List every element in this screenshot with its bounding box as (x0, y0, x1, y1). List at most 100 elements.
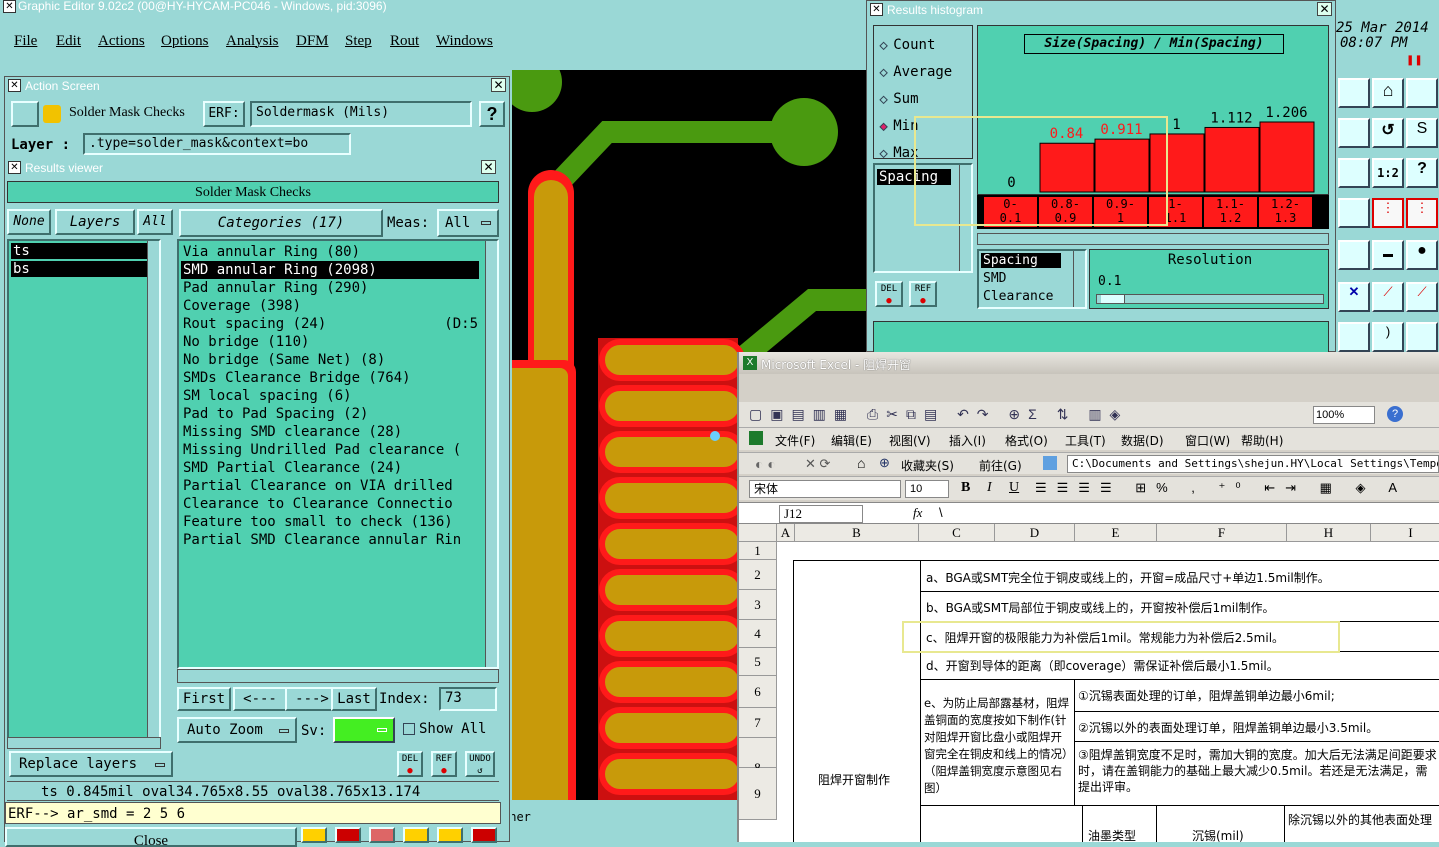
tool-icon-5[interactable] (437, 827, 463, 843)
del-button[interactable]: DEL ● (397, 751, 423, 777)
histogram-hscroll[interactable] (977, 233, 1329, 245)
menu-dfm[interactable]: DFM (296, 33, 329, 50)
home-icon[interactable]: ⌂ (857, 455, 865, 471)
category-item[interactable]: Clearance to Clearance Connectio (181, 495, 479, 513)
tool-g-icon[interactable] (1406, 322, 1438, 352)
index-field[interactable]: 73 (439, 687, 497, 711)
category-item[interactable]: Rout spacing (24) (D:56) (181, 315, 479, 333)
bottom-list-spacing[interactable]: Spacing (981, 253, 1061, 268)
category-item[interactable]: Via annular Ring (80) (181, 243, 479, 261)
align-icons[interactable]: ☰☰☰☰ ⊞% , ⁺⁰ ⇤⇥ ▦ ◈ A (1035, 480, 1407, 496)
menu-options[interactable]: Options (161, 33, 209, 50)
category-item[interactable]: Partial SMD Clearance annular Rin (181, 531, 479, 549)
tool-c-icon[interactable] (1338, 158, 1370, 188)
category-item[interactable]: No bridge (110) (181, 333, 479, 351)
hist-option-average[interactable]: ◆ Average (879, 59, 952, 86)
category-item[interactable]: Pad to Pad Spacing (2) (181, 405, 479, 423)
italic-button[interactable]: I (987, 480, 992, 496)
tool-e-icon[interactable] (1338, 240, 1370, 270)
bottom-list-scrollbar[interactable] (1073, 251, 1085, 307)
underline-button[interactable]: U (1009, 480, 1019, 496)
hist-ref-button[interactable]: REF ● (909, 281, 937, 307)
sv-color-dropdown[interactable] (333, 717, 395, 743)
scale-1-2-icon[interactable]: 1:2 (1372, 158, 1404, 188)
toolbar-icons[interactable]: ▢▣▤▥▦ ⎙✂⧉▤ ↶↷ ⊕Σ ⇅ ▥◈ (749, 406, 1128, 423)
name-box[interactable]: J12 (779, 505, 863, 523)
help-button[interactable]: ? (479, 101, 505, 127)
tool-icon-4[interactable] (403, 827, 429, 843)
address-field[interactable]: C:\Documents and Settings\shejun.HY\Loca… (1067, 455, 1439, 473)
tool-icon-1[interactable] (301, 827, 327, 843)
layers-list[interactable]: ts bs (7, 239, 161, 739)
hist-option-count[interactable]: ◆ Count (879, 32, 952, 59)
line-icon[interactable]: ⟋ (1372, 282, 1404, 312)
row-header[interactable]: 6 (739, 676, 777, 708)
categories-button[interactable]: Categories (17) (179, 209, 383, 237)
category-item[interactable]: Missing SMD clearance (28) (181, 423, 479, 441)
replace-layers-dropdown[interactable]: Replace layers (9, 751, 173, 777)
arc-icon[interactable]: ) (1372, 322, 1404, 352)
formula-field[interactable]: \ (939, 505, 943, 520)
menu-windows[interactable]: Windows (436, 33, 493, 50)
query-icon[interactable]: ? (1406, 158, 1438, 188)
histogram-bar[interactable] (1259, 121, 1315, 193)
bottom-list-clearance[interactable]: Clearance (983, 289, 1053, 304)
col-header-i[interactable]: I (1371, 524, 1439, 542)
erf-button[interactable]: ERF: (203, 101, 245, 127)
category-item[interactable]: No bridge (Same Net) (8) (181, 351, 479, 369)
snake-icon[interactable]: S (1406, 118, 1438, 148)
help-icon[interactable]: ? (1387, 406, 1403, 422)
category-item[interactable]: Feature too small to check (136) (181, 513, 479, 531)
layer-item-bs[interactable]: bs (11, 261, 151, 277)
font-size-dropdown[interactable]: 10 (905, 480, 949, 498)
menu-rout[interactable]: Rout (390, 33, 419, 50)
bottom-list-smd[interactable]: SMD (983, 271, 1006, 286)
layers-button[interactable]: Layers (55, 209, 135, 235)
none-button[interactable]: None (7, 209, 51, 235)
range-cell[interactable]: 1.1- 1.2 (1204, 197, 1257, 227)
slider-thumb[interactable] (1101, 295, 1125, 303)
pad-icon[interactable]: ● (1406, 240, 1438, 270)
tool-icon-2[interactable] (335, 827, 361, 843)
categories-list[interactable]: Via annular Ring (80) SMD annular Ring (2… (177, 239, 499, 669)
row-header[interactable]: 2 (739, 560, 777, 590)
range-cell[interactable]: 1.2- 1.3 (1259, 197, 1312, 227)
tool-b-icon[interactable] (1338, 118, 1370, 148)
nav-back-icon[interactable]: ◐ ◐ (755, 456, 776, 472)
category-item[interactable]: Missing Undrilled Pad clearance ( (181, 441, 479, 459)
menu-file[interactable]: File (14, 33, 37, 50)
category-item[interactable]: SMDs Clearance Bridge (764) (181, 369, 479, 387)
category-item[interactable]: Coverage (398) (181, 297, 479, 315)
excel-menu-item[interactable]: 文件(F) (775, 432, 815, 449)
category-item[interactable]: Partial Clearance on VIA drilled (181, 477, 479, 495)
line2-icon[interactable]: ⟋ (1406, 282, 1438, 312)
row-header[interactable]: 8 (739, 738, 777, 775)
histogram-bar[interactable] (1204, 126, 1260, 193)
close-button[interactable]: Close (5, 827, 297, 847)
excel-menu-item[interactable]: 格式(O) (1005, 432, 1048, 449)
tool-a-icon[interactable] (1338, 78, 1370, 108)
close-icon[interactable]: ✕ (491, 78, 506, 92)
cross-icon[interactable]: ✕ (1338, 282, 1370, 312)
row-header[interactable]: 1 (739, 542, 777, 560)
excel-menu-item[interactable]: 窗口(W) (1185, 432, 1230, 449)
corner-cell[interactable] (739, 524, 777, 542)
close-icon[interactable]: ✕ (1317, 2, 1332, 16)
close-icon[interactable]: ✕ (481, 160, 496, 174)
col-header-c[interactable]: C (919, 524, 995, 542)
category-item[interactable]: SM local spacing (6) (181, 387, 479, 405)
hist-option-sum[interactable]: ◆ Sum (879, 86, 952, 113)
menu-edit[interactable]: Edit (56, 33, 81, 50)
tool-f-icon[interactable] (1338, 322, 1370, 352)
meas-dropdown[interactable]: All (437, 209, 499, 237)
row-header[interactable]: 9 (739, 768, 777, 820)
font-dropdown[interactable]: 宋体 (749, 480, 901, 498)
menu-analysis[interactable]: Analysis (226, 33, 279, 50)
resolution-slider[interactable] (1096, 294, 1324, 304)
last-button[interactable]: Last (331, 687, 377, 711)
col-header-b[interactable]: B (795, 524, 919, 542)
layers-scrollbar[interactable] (147, 241, 159, 737)
row-header[interactable]: 4 (739, 620, 777, 648)
all-button[interactable]: All (137, 209, 173, 235)
excel-menu-item[interactable]: 编辑(E) (831, 432, 872, 449)
